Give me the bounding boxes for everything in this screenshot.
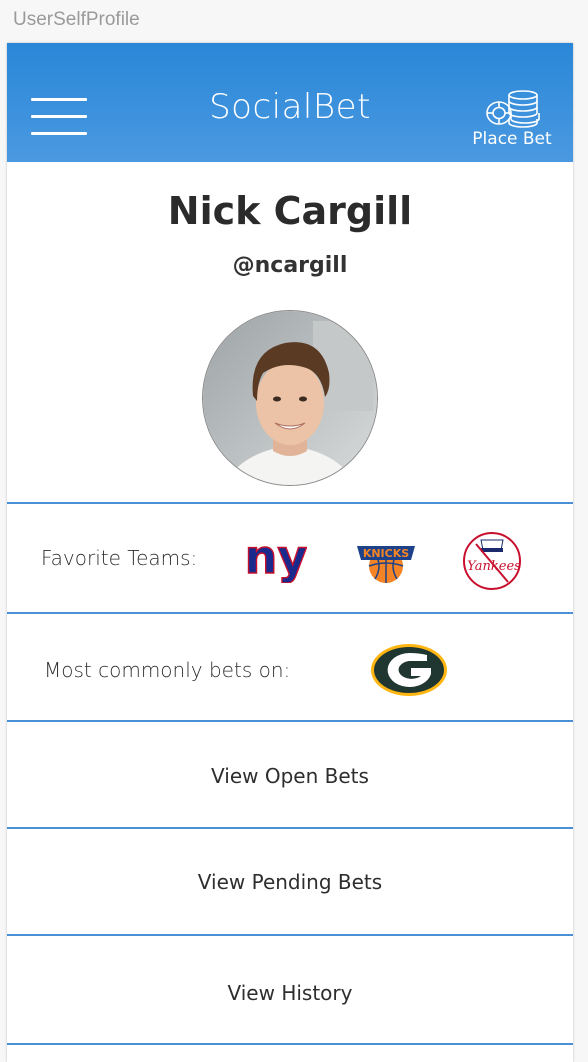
bottom-divider [7, 1043, 573, 1045]
app-header: SocialBet Place Bet [7, 43, 573, 162]
place-bet-button[interactable]: Place Bet [462, 87, 562, 157]
yankees-logo-icon[interactable]: Yankees [461, 530, 523, 592]
view-open-bets-button[interactable]: View Open Bets [7, 720, 573, 827]
view-pending-bets-button[interactable]: View Pending Bets [7, 827, 573, 934]
svg-text:Yankees: Yankees [467, 559, 521, 574]
place-bet-label: Place Bet [472, 129, 552, 149]
phone-screen: SocialBet Place Bet Nick Cargill @ncargi… [7, 43, 573, 1062]
favorite-teams-label: Favorite Teams: [41, 546, 198, 570]
frame-title: UserSelfProfile [13, 9, 140, 30]
svg-text:KNICKS: KNICKS [363, 547, 409, 560]
favorite-teams-row: Favorite Teams: ny KNICKS Yankees [7, 502, 573, 612]
hamburger-menu-icon-line [31, 132, 87, 135]
common-bets-row: Most commonly bets on: [7, 612, 573, 720]
common-bets-label: Most commonly bets on: [44, 658, 291, 682]
giants-ny-logo-icon[interactable]: ny [244, 529, 308, 584]
profile-handle: @ncargill [232, 253, 348, 278]
poker-chips-icon [486, 90, 540, 128]
view-history-button[interactable]: View History [7, 934, 573, 1043]
profile-photo [203, 311, 377, 485]
view-pending-bets-label: View Pending Bets [197, 870, 383, 894]
knicks-logo-icon[interactable]: KNICKS [353, 532, 419, 588]
view-history-label: View History [227, 981, 353, 1005]
packers-g-logo-icon[interactable] [369, 642, 449, 698]
view-open-bets-label: View Open Bets [211, 764, 369, 788]
avatar [202, 310, 378, 486]
svg-text:ny: ny [245, 533, 307, 583]
profile-name: Nick Cargill [167, 189, 413, 233]
